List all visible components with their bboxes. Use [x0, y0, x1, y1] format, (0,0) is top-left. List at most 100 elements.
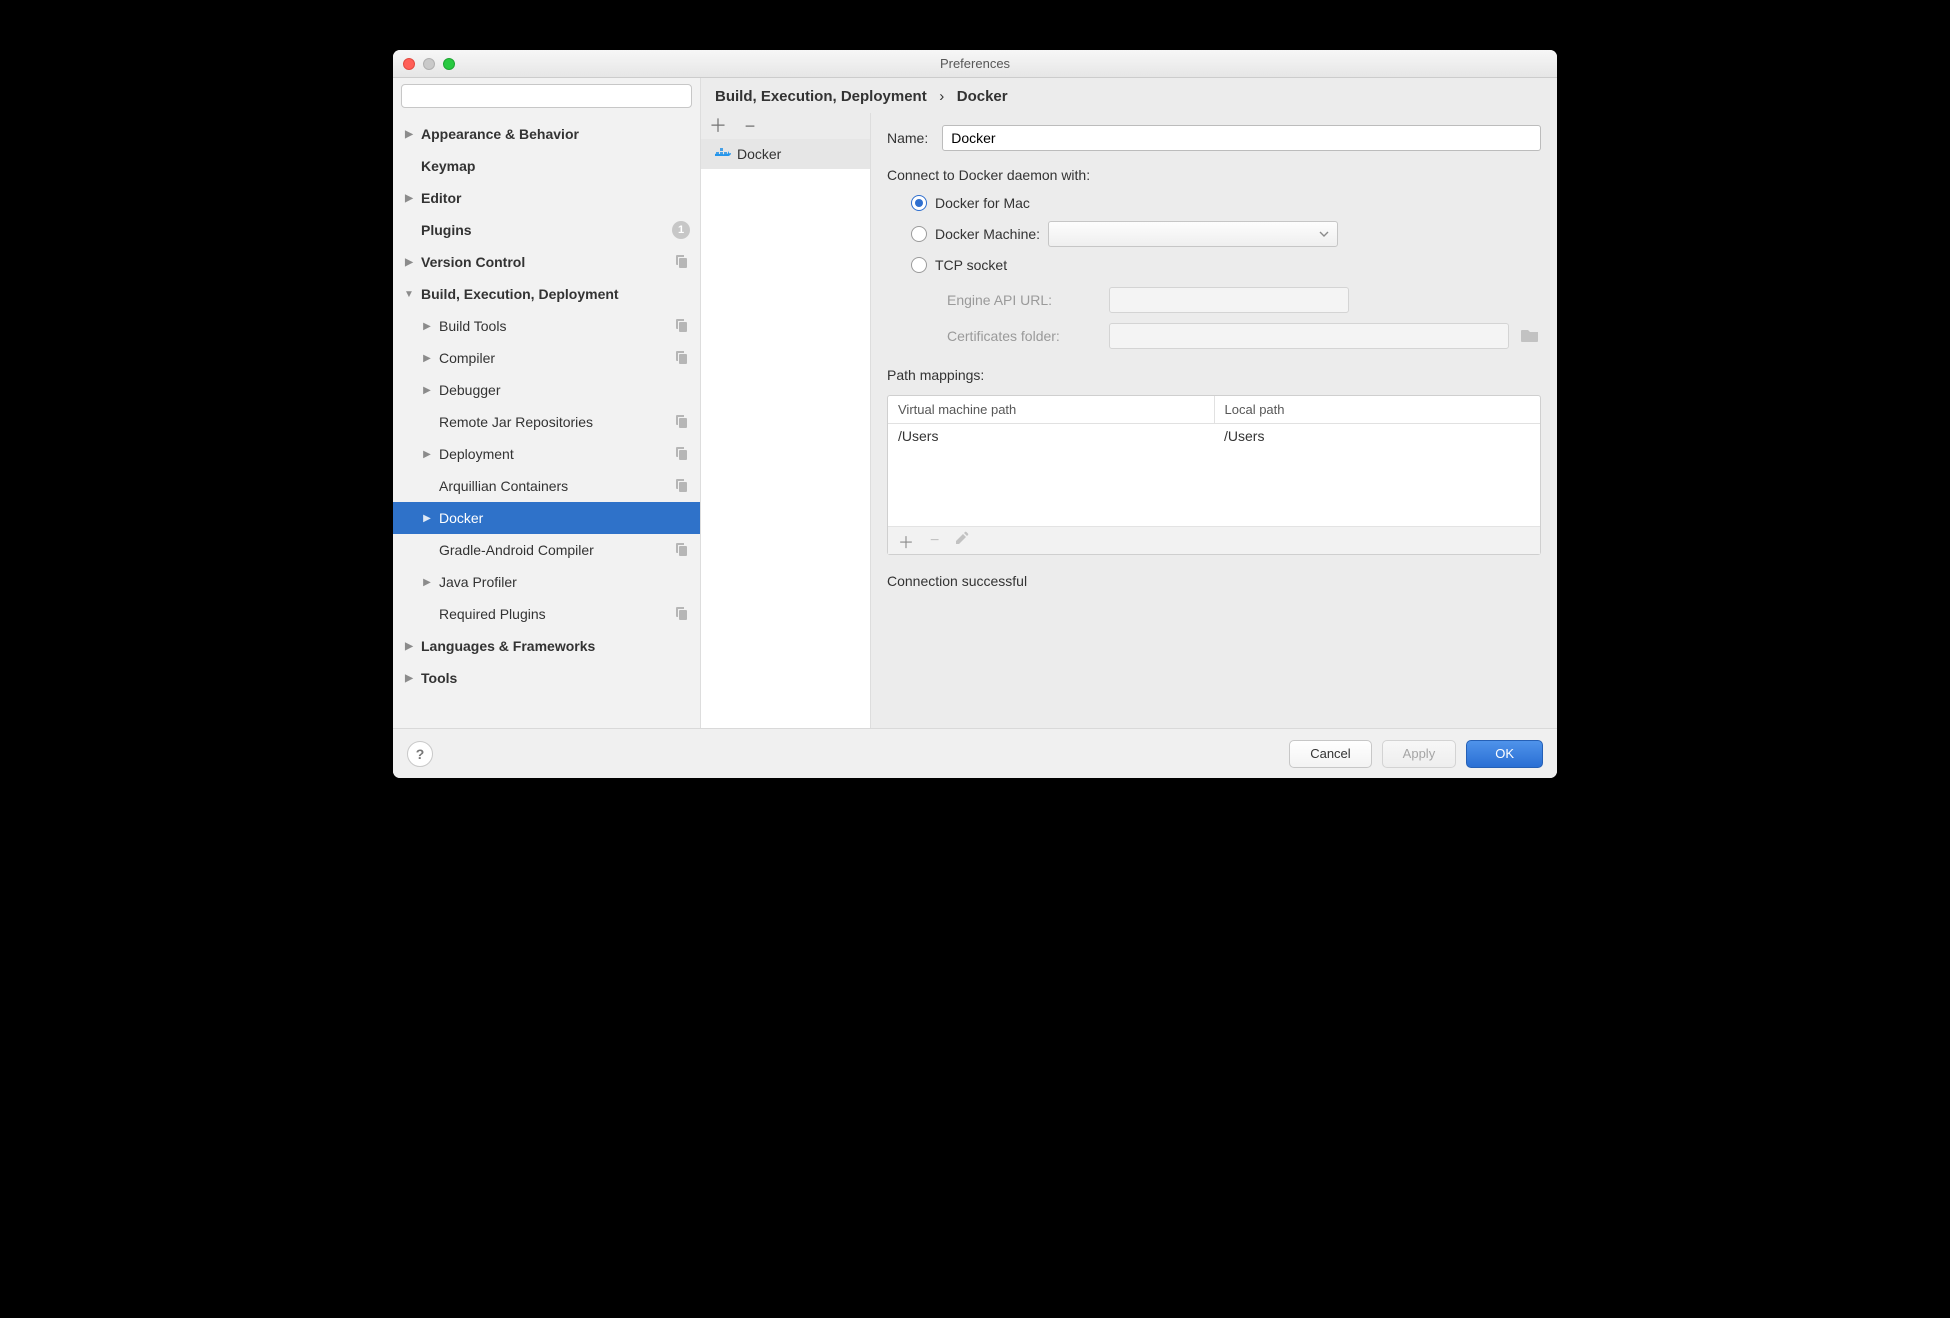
sidebar-item-deployment[interactable]: ▶Deployment — [393, 438, 700, 470]
sidebar-item-appearance-behavior[interactable]: ▶Appearance & Behavior — [393, 118, 700, 150]
sidebar-item-label: Appearance & Behavior — [421, 126, 579, 142]
folder-browse-icon — [1521, 328, 1539, 345]
radio-docker-for-mac[interactable]: Docker for Mac — [911, 195, 1541, 211]
breadcrumb: Build, Execution, Deployment › Docker — [701, 78, 1557, 113]
cell-vm-path: /Users — [888, 424, 1214, 448]
sidebar-item-label: Docker — [439, 510, 483, 526]
sidebar-item-build-execution-deployment[interactable]: ▼Build, Execution, Deployment — [393, 278, 700, 310]
sidebar-item-remote-jar-repositories[interactable]: Remote Jar Repositories — [393, 406, 700, 438]
breadcrumb-sep: › — [939, 88, 944, 105]
chevron-right-icon: ▶ — [421, 385, 433, 396]
search-box — [401, 84, 692, 108]
table-empty-area[interactable] — [888, 448, 1540, 526]
chevron-right-icon: ▶ — [421, 513, 433, 524]
titlebar: Preferences — [393, 50, 1557, 78]
sidebar-item-required-plugins[interactable]: Required Plugins — [393, 598, 700, 630]
connect-label: Connect to Docker daemon with: — [887, 167, 1541, 183]
sidebar-item-languages-frameworks[interactable]: ▶Languages & Frameworks — [393, 630, 700, 662]
engine-api-input — [1109, 287, 1349, 313]
sidebar-item-build-tools[interactable]: ▶ Build Tools — [393, 310, 700, 342]
cancel-button[interactable]: Cancel — [1289, 740, 1371, 768]
sidebar-item-label: Build, Execution, Deployment — [421, 286, 619, 302]
chevron-right-icon: ▶ — [421, 321, 433, 332]
sidebar-item-version-control[interactable]: ▶Version Control — [393, 246, 700, 278]
radio-docker-machine[interactable]: Docker Machine: — [911, 221, 1541, 247]
project-scope-icon — [674, 446, 690, 462]
project-scope-icon — [674, 350, 690, 366]
remove-server-button[interactable]: − — [741, 117, 759, 135]
radio-icon — [911, 195, 927, 211]
radio-icon — [911, 257, 927, 273]
docker-machine-select[interactable] — [1048, 221, 1338, 247]
search-input[interactable] — [401, 84, 692, 108]
path-mappings-table: Virtual machine path Local path /Users/U… — [887, 395, 1541, 555]
sidebar-item-label: Compiler — [439, 350, 495, 366]
preferences-window: Preferences ▶Appearance & BehaviorKeymap… — [393, 50, 1557, 778]
sidebar-item-java-profiler[interactable]: ▶ Java Profiler — [393, 566, 700, 598]
radio-tcp-socket[interactable]: TCP socket — [911, 257, 1541, 273]
footer: ? Cancel Apply OK — [393, 728, 1557, 778]
sidebar-item-label: Editor — [421, 190, 461, 206]
add-mapping-button[interactable]: ＋ — [898, 529, 914, 553]
list-item[interactable]: Docker — [701, 139, 870, 169]
column-vm-path: Virtual machine path — [888, 396, 1215, 423]
sidebar-item-label: Build Tools — [439, 318, 506, 334]
cell-local-path: /Users — [1214, 424, 1540, 448]
radio-label: Docker for Mac — [935, 195, 1030, 211]
project-scope-icon — [674, 606, 690, 622]
chevron-right-icon: ▶ — [403, 673, 415, 684]
sidebar-item-label: Required Plugins — [439, 606, 546, 622]
chevron-right-icon: ▶ — [403, 257, 415, 268]
sidebar-item-label: Tools — [421, 670, 457, 686]
ok-button[interactable]: OK — [1466, 740, 1543, 768]
breadcrumb-root: Build, Execution, Deployment — [715, 88, 927, 105]
cert-folder-label: Certificates folder: — [947, 328, 1097, 344]
window-title: Preferences — [393, 56, 1557, 71]
help-button[interactable]: ? — [407, 741, 433, 767]
project-scope-icon — [674, 478, 690, 494]
sidebar-item-label: Deployment — [439, 446, 514, 462]
sidebar-item-label: Remote Jar Repositories — [439, 414, 593, 430]
cert-folder-input — [1109, 323, 1509, 349]
chevron-right-icon: ▶ — [403, 193, 415, 204]
project-scope-icon — [674, 318, 690, 334]
chevron-right-icon: ▶ — [421, 577, 433, 588]
chevron-down-icon — [1319, 229, 1329, 239]
sidebar-item-gradle-android-compiler[interactable]: Gradle-Android Compiler — [393, 534, 700, 566]
sidebar-item-keymap[interactable]: Keymap — [393, 150, 700, 182]
add-server-button[interactable]: ＋ — [709, 117, 727, 135]
sidebar-item-label: Keymap — [421, 158, 475, 174]
docker-form: Name: Connect to Docker daemon with: Doc… — [871, 113, 1557, 728]
settings-tree[interactable]: ▶Appearance & BehaviorKeymap▶EditorPlugi… — [393, 112, 700, 728]
sidebar-item-arquillian-containers[interactable]: Arquillian Containers — [393, 470, 700, 502]
sidebar-item-label: Java Profiler — [439, 574, 517, 590]
chevron-right-icon: ▶ — [403, 641, 415, 652]
sidebar-item-label: Gradle-Android Compiler — [439, 542, 594, 558]
sidebar-item-plugins[interactable]: Plugins1 — [393, 214, 700, 246]
main-panel: Build, Execution, Deployment › Docker ＋ … — [701, 78, 1557, 728]
path-mappings-label: Path mappings: — [887, 367, 1541, 383]
update-count-badge: 1 — [672, 221, 690, 239]
docker-icon — [715, 147, 731, 161]
table-toolbar: ＋ − — [888, 526, 1540, 554]
name-input[interactable] — [942, 125, 1541, 151]
edit-mapping-button[interactable] — [955, 531, 969, 550]
column-local-path: Local path — [1215, 396, 1541, 423]
project-scope-icon — [674, 414, 690, 430]
name-label: Name: — [887, 130, 928, 146]
engine-api-label: Engine API URL: — [947, 292, 1097, 308]
radio-label: TCP socket — [935, 257, 1007, 273]
apply-button[interactable]: Apply — [1382, 740, 1457, 768]
chevron-right-icon: ▶ — [421, 353, 433, 364]
radio-label: Docker Machine: — [935, 226, 1040, 242]
sidebar-item-compiler[interactable]: ▶ Compiler — [393, 342, 700, 374]
sidebar-item-tools[interactable]: ▶ Tools — [393, 662, 700, 694]
sidebar-item-debugger[interactable]: ▶Debugger — [393, 374, 700, 406]
project-scope-icon — [674, 254, 690, 270]
remove-mapping-button[interactable]: − — [930, 532, 939, 550]
table-row[interactable]: /Users/Users — [888, 424, 1540, 448]
sidebar-item-docker[interactable]: ▶ Docker — [393, 502, 700, 534]
docker-servers-list: ＋ − Docker — [701, 113, 871, 728]
sidebar-item-editor[interactable]: ▶ Editor — [393, 182, 700, 214]
breadcrumb-leaf: Docker — [957, 88, 1008, 105]
